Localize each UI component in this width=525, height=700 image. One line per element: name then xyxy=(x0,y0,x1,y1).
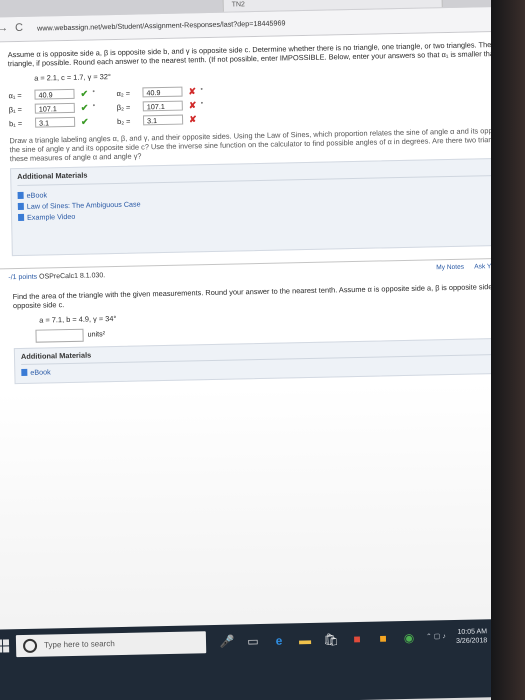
desk-background xyxy=(491,0,525,700)
q4-info: -/1 points OSPreCalc1 8.1.030. xyxy=(8,272,105,281)
correct-check-icon: ✔ xyxy=(80,102,89,113)
wrong-x-icon: ✘ xyxy=(188,100,197,111)
microphone-icon[interactable]: 🎤 xyxy=(218,633,236,651)
search-placeholder: Type here to search xyxy=(43,639,115,650)
b1-input[interactable]: 3.1 xyxy=(35,116,76,128)
book-icon xyxy=(17,191,24,200)
file-explorer-icon[interactable]: ▬ xyxy=(296,631,314,649)
tab-title: TN2 xyxy=(231,1,245,9)
additional-materials-panel: Additional Materials eBook Law of Sines:… xyxy=(10,157,514,257)
b2-label: b₂ = xyxy=(117,116,131,126)
info-dot-icon: • xyxy=(92,102,96,110)
ebook-link-label: eBook xyxy=(26,190,48,200)
b2-input[interactable]: 3.1 xyxy=(142,114,184,126)
info-dot-icon: • xyxy=(92,88,96,96)
webassign-page: Assume α is opposite side a, β is opposi… xyxy=(0,31,525,643)
additional-materials-panel-q4: Additional Materials eBook xyxy=(13,337,517,385)
windows-start-icon[interactable] xyxy=(0,639,10,653)
answer-row-b: b₁ = 3.1 ✔ b₂ = 3.1 ✘ xyxy=(9,113,249,130)
edge-icon[interactable]: e xyxy=(270,631,288,649)
page-blank-area xyxy=(0,381,525,643)
law-of-sines-label: Law of Sines: The Ambiguous Case xyxy=(26,199,141,211)
windows-taskbar: Type here to search 🎤 ▭ e ▬ 🛍 ■ ■ ◉ ⌃ ▢ … xyxy=(0,618,525,700)
divider xyxy=(17,174,506,187)
q4-code: OSPreCalc1 8.1.030. xyxy=(39,272,106,281)
q4-answer-input[interactable] xyxy=(35,328,84,343)
law-of-sines-link[interactable]: Law of Sines: The Ambiguous Case xyxy=(17,199,141,211)
info-dot-icon: • xyxy=(200,86,203,94)
additional-materials-heading: Additional Materials xyxy=(17,170,88,182)
cortana-icon xyxy=(22,638,38,654)
store-icon[interactable]: 🛍 xyxy=(322,630,340,648)
beta2-input[interactable]: 107.1 xyxy=(142,100,183,112)
orange-app-icon[interactable]: ■ xyxy=(374,629,392,647)
url-field[interactable]: www.webassign.net/web/Student/Assignment… xyxy=(37,11,477,35)
taskbar-clock[interactable]: 10:05 AM 3/26/2018 xyxy=(456,627,488,646)
chrome-icon[interactable]: ◉ xyxy=(400,629,418,647)
book-icon xyxy=(21,368,28,377)
example-video-link[interactable]: Example Video xyxy=(18,212,75,222)
correct-check-icon: ✔ xyxy=(80,116,89,127)
beta2-label: β₂ = xyxy=(116,102,131,112)
ebook-link[interactable]: eBook xyxy=(17,190,48,200)
taskbar-search-box[interactable]: Type here to search xyxy=(15,631,207,658)
alpha2-input[interactable]: 40.9 xyxy=(142,86,183,98)
clock-date: 3/26/2018 xyxy=(455,637,488,645)
video-icon xyxy=(18,213,25,222)
task-view-icon[interactable]: ▭ xyxy=(244,632,262,650)
red-app-icon[interactable]: ■ xyxy=(348,630,366,648)
example-video-label: Example Video xyxy=(26,211,76,222)
wrong-x-icon: ✘ xyxy=(188,114,197,125)
reload-icon[interactable]: C xyxy=(15,22,23,34)
beta1-input[interactable]: 107.1 xyxy=(34,102,75,114)
q4-points: -/1 points xyxy=(8,273,38,282)
units-label: units² xyxy=(87,329,106,339)
ebook-link[interactable]: eBook xyxy=(21,367,51,377)
forward-icon[interactable]: → xyxy=(0,22,8,34)
ebook-link-label: eBook xyxy=(30,367,51,377)
document-icon xyxy=(17,202,24,211)
info-dot-icon: • xyxy=(200,100,204,108)
photo-frame: TN2 × ← → C www.webassign.net/web/Studen… xyxy=(0,0,525,700)
wrong-x-icon: ✘ xyxy=(188,86,197,97)
monitor-screen: TN2 × ← → C www.webassign.net/web/Studen… xyxy=(0,0,525,700)
system-tray-icons[interactable]: ⌃ ▢ ♪ xyxy=(426,632,446,640)
my-notes-label: My Notes xyxy=(436,263,465,272)
close-tab-icon[interactable]: × xyxy=(450,0,456,4)
alpha2-label: α₂ = xyxy=(116,88,131,98)
my-notes-button[interactable]: My Notes xyxy=(436,264,464,272)
divider xyxy=(21,353,510,366)
alpha1-input[interactable]: 40.9 xyxy=(34,88,75,100)
correct-check-icon: ✔ xyxy=(80,88,89,99)
additional-materials-heading: Additional Materials xyxy=(20,350,92,362)
